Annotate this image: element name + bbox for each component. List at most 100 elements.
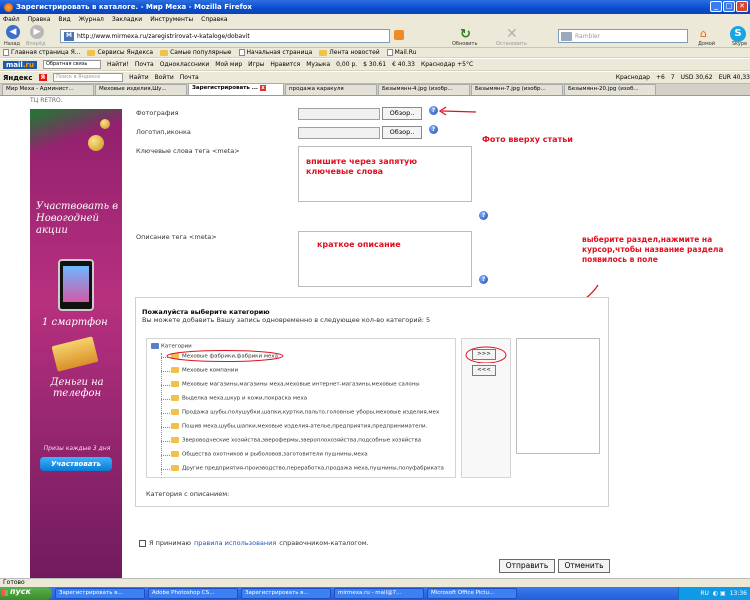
submit-button[interactable]: Отправить	[499, 559, 555, 573]
yandex-item[interactable]: USD 30,62	[681, 74, 713, 81]
bookmark-item[interactable]: Начальная страница	[238, 49, 312, 56]
taskbar-item[interactable]: mirmexa.ru - mail@7...	[334, 588, 424, 599]
category-item[interactable]: Меховые магазины,магазины меха,меховые и…	[171, 381, 420, 388]
rss-icon[interactable]	[394, 30, 404, 40]
bookmark-item[interactable]: Главная страница Я...	[3, 49, 80, 56]
tray-icons[interactable]: ◐ ▣	[713, 590, 726, 597]
home-label: Домой	[698, 41, 716, 47]
bookmark-item[interactable]: Сервисы Яндекса	[87, 49, 153, 56]
promo-banner[interactable]: Участвовать в Новогодней акции 1 смартфо…	[30, 109, 122, 578]
url-bar[interactable]: M http://www.mirmexa.ru/zaregistrirovat-…	[60, 29, 390, 43]
terms-link[interactable]: правила использования	[194, 539, 276, 547]
yandex-item[interactable]: +6	[656, 74, 665, 81]
help-icon[interactable]: ?	[479, 275, 488, 284]
category-item[interactable]: Общества охотников и рыболовов,заготовит…	[171, 451, 368, 458]
site-favicon: M	[64, 32, 74, 41]
taskbar-item[interactable]: Зарегистрировать в...	[55, 588, 145, 599]
yandex-item[interactable]: Краснодар	[616, 74, 650, 81]
remove-category-button[interactable]: <<<	[472, 365, 496, 376]
mailru-item[interactable]: Нравится	[270, 61, 300, 68]
forward-arrow-icon: ▶	[30, 25, 44, 39]
mailru-item[interactable]: Игры	[248, 61, 264, 68]
yandex-find-button[interactable]: Найти	[129, 74, 148, 81]
category-item[interactable]: Другие предприятия-производство,перерабо…	[171, 465, 444, 472]
category-item[interactable]: Продажа шубы,полушубки,шапки,куртки,паль…	[171, 409, 439, 416]
cancel-button[interactable]: Отменить	[558, 559, 610, 573]
category-item[interactable]: Выделка меха,шкур и кожи,покраска меха	[171, 395, 307, 402]
menu-view[interactable]: Вид	[58, 16, 70, 23]
menu-edit[interactable]: Правка	[28, 16, 51, 23]
reload-icon[interactable]: ↻	[460, 27, 471, 42]
mailru-item[interactable]: $ 30.61	[363, 61, 386, 68]
close-tab-icon[interactable]: x	[260, 85, 267, 91]
skype-icon[interactable]: S	[730, 26, 746, 42]
minimize-button[interactable]: _	[710, 1, 722, 12]
search-input[interactable]: Rambler	[558, 29, 688, 43]
banner-participate-button[interactable]: Участвовать	[40, 457, 112, 471]
taskbar-item[interactable]: Microsoft Office Pictu...	[427, 588, 517, 599]
mailru-item[interactable]: € 40.33	[392, 61, 415, 68]
photo-file-input[interactable]	[298, 108, 380, 120]
help-icon[interactable]: ?	[429, 125, 438, 134]
mailru-item[interactable]: 0,00 р.	[336, 61, 357, 68]
taskbar-item[interactable]: Зарегистрировать в...	[241, 588, 331, 599]
mailru-item[interactable]: Одноклассники	[160, 61, 210, 68]
bookmark-item[interactable]: Mail.Ru	[386, 49, 416, 56]
folder-icon	[171, 381, 179, 387]
tab-active[interactable]: Зарегистрировать ... x	[188, 83, 284, 95]
tab[interactable]: Мир Меха - Админист...	[2, 84, 94, 95]
mailru-find-button[interactable]: Найти!	[107, 61, 129, 68]
tab[interactable]: Безымянн-20.jpg (изоб...	[564, 84, 656, 95]
clock[interactable]: 13:36	[730, 590, 747, 597]
category-item[interactable]: Звероводческие хозяйства,зверофермы,звер…	[171, 437, 421, 444]
taskbar-item[interactable]: Adobe Photoshop CS...	[148, 588, 238, 599]
menu-file[interactable]: Файл	[3, 16, 20, 23]
photo-browse-button[interactable]: Обзор..	[382, 107, 422, 120]
help-icon[interactable]: ?	[479, 211, 488, 220]
category-selector: Пожалуйста выберите категорию Вы можете …	[135, 297, 609, 507]
folder-icon	[160, 49, 169, 56]
yandex-y-icon[interactable]: Я	[38, 74, 48, 81]
mailru-logo[interactable]: mail.ru	[3, 60, 37, 69]
menu-bookmarks[interactable]: Закладки	[112, 16, 142, 23]
menu-history[interactable]: Журнал	[79, 16, 104, 23]
close-button[interactable]: ✕	[736, 1, 748, 12]
yandex-item[interactable]: Почта	[180, 74, 199, 81]
language-indicator[interactable]: RU	[700, 590, 709, 597]
terms-checkbox[interactable]	[139, 539, 146, 547]
mailru-item[interactable]: Краснодар +5°C	[421, 61, 473, 68]
start-button[interactable]: пуск	[0, 587, 52, 600]
mailru-item[interactable]: Почта	[135, 61, 154, 68]
bookmark-item[interactable]: Лента новостей	[319, 49, 380, 56]
mailru-item[interactable]: Музыка	[306, 61, 330, 68]
stop-icon[interactable]: ✕	[506, 26, 518, 42]
bookmark-item[interactable]: Самые популярные	[160, 49, 232, 56]
home-icon[interactable]: ⌂	[700, 27, 707, 40]
logo-file-input[interactable]	[298, 127, 380, 139]
category-item[interactable]: Пошив меха,шубы,шапки,меховые изделия-ат…	[171, 423, 427, 430]
back-button[interactable]: ◀	[2, 25, 24, 39]
yandex-item[interactable]: 7	[671, 74, 675, 81]
menu-tools[interactable]: Инструменты	[150, 16, 193, 23]
mailru-item[interactable]: Мой мир	[215, 61, 242, 68]
tab[interactable]: Безымянн-7.jpg (изобр...	[471, 84, 563, 95]
mailru-search-input[interactable]: Обратная связь	[42, 60, 101, 69]
tab[interactable]: Меховые изделия,Шу...	[95, 84, 187, 95]
maximize-button[interactable]: □	[723, 1, 735, 12]
keywords-label: Ключевые слова тега <meta>	[136, 147, 240, 155]
yandex-item[interactable]: Войти	[155, 74, 174, 81]
yandex-item[interactable]: EUR 40,33	[719, 74, 750, 81]
forward-button[interactable]: ▶	[26, 25, 48, 39]
yandex-search-input[interactable]: Поиск в Яндексе	[53, 73, 124, 82]
selected-categories-list[interactable]	[516, 338, 600, 454]
category-item[interactable]: Меховые компании	[171, 367, 238, 374]
category-tree[interactable]: Категории Меховые фабрики,фабрики меха М…	[146, 338, 456, 478]
page-top-text: ТЦ RETRO.	[30, 97, 63, 104]
tab[interactable]: Безымянн-4.jpg (изобр...	[378, 84, 470, 95]
yandex-logo[interactable]: Яндекс	[3, 74, 33, 82]
menu-help[interactable]: Справка	[201, 16, 227, 23]
keywords-hint: впишите через запятую ключевые слова	[306, 157, 417, 176]
tab[interactable]: продажа каракуля	[285, 84, 377, 95]
yandex-toolbar: Яндекс Я Поиск в Яндексе Найти Войти Поч…	[0, 72, 750, 84]
logo-browse-button[interactable]: Обзор..	[382, 126, 422, 139]
